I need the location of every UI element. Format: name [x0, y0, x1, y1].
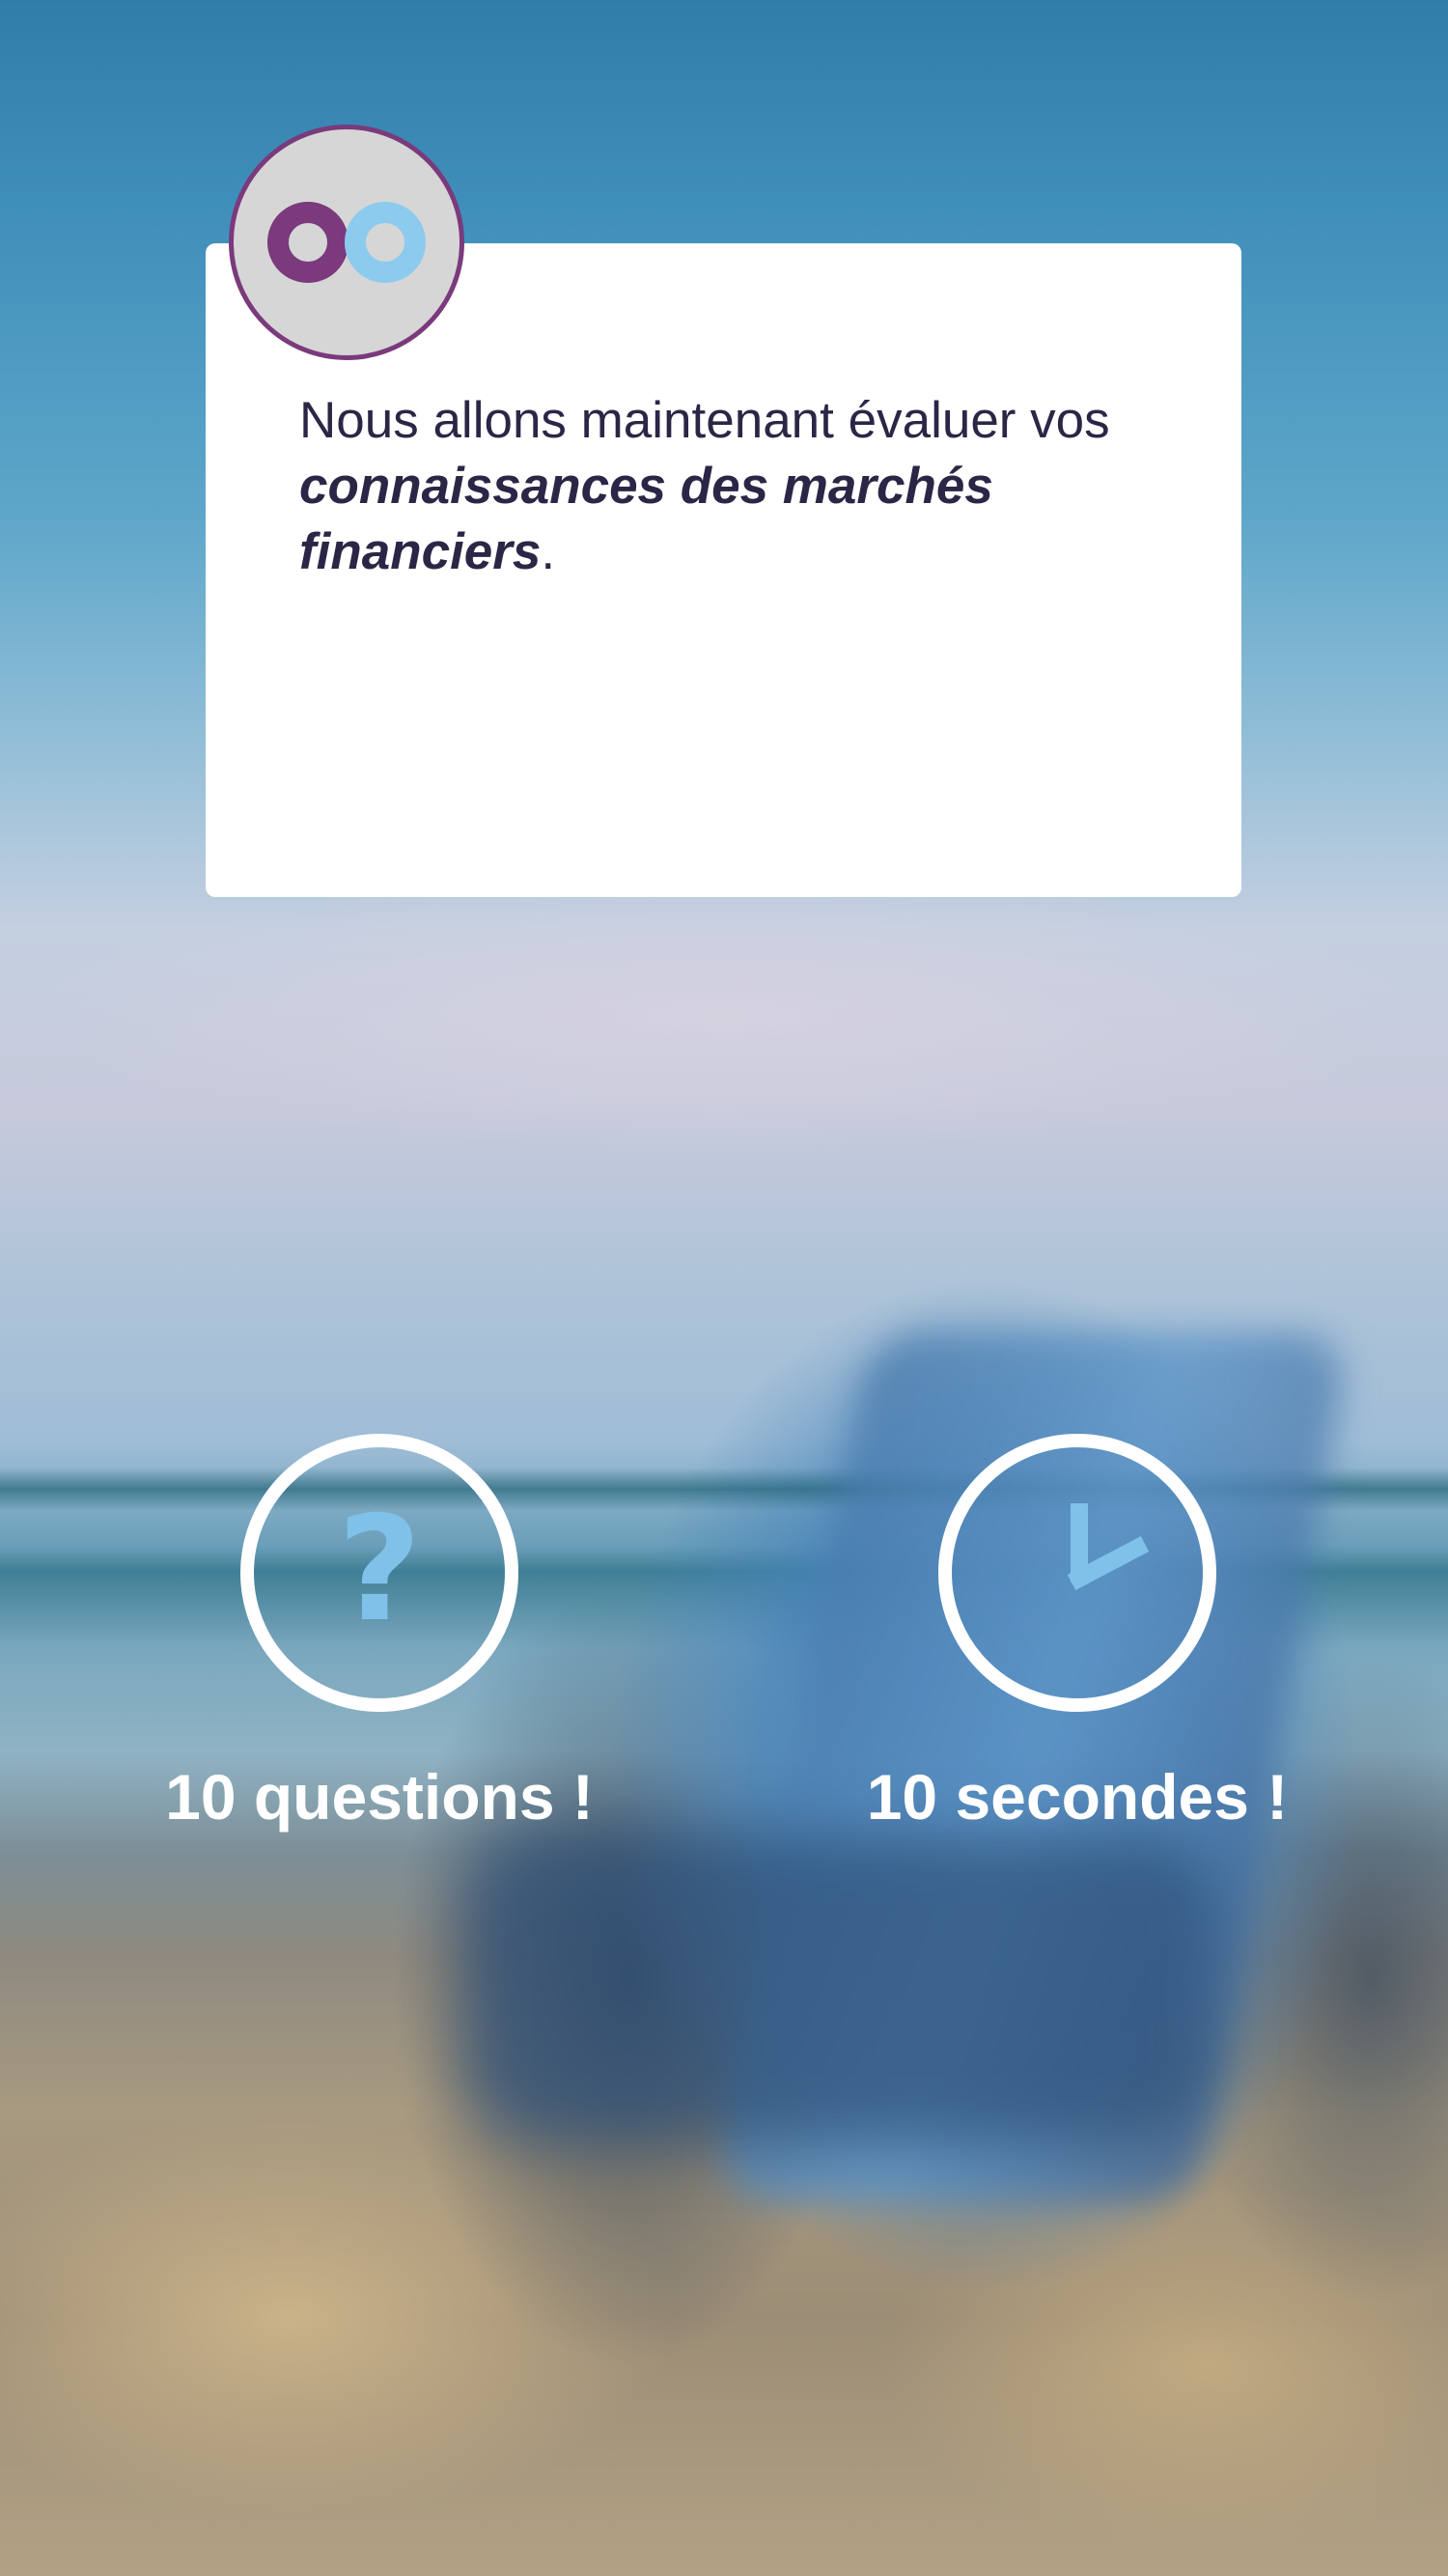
clock-icon [1067, 1503, 1150, 1590]
feature-timer: 10 secondes ! [826, 1434, 1328, 1834]
message-text: Nous allons maintenant évaluer vos conna… [299, 388, 1168, 585]
questions-count-label: 10 questions ! [165, 1761, 594, 1833]
message-emphasis: connaissances des marchés financiers [299, 458, 993, 580]
background-chair-seat [463, 1834, 1216, 2143]
seconds-count-label: 10 secondes ! [866, 1761, 1289, 1833]
avatar-left-eye-icon [267, 202, 348, 283]
question-mark-icon: ? [337, 1486, 422, 1654]
avatar [229, 125, 464, 360]
message-intro: Nous allons maintenant évaluer vos [299, 392, 1110, 449]
clock-circle [938, 1434, 1216, 1712]
question-circle: ? [240, 1434, 518, 1712]
feature-questions: ? 10 questions ! [128, 1434, 630, 1834]
message-punctuation: . [541, 523, 556, 580]
avatar-right-eye-icon [345, 202, 426, 283]
